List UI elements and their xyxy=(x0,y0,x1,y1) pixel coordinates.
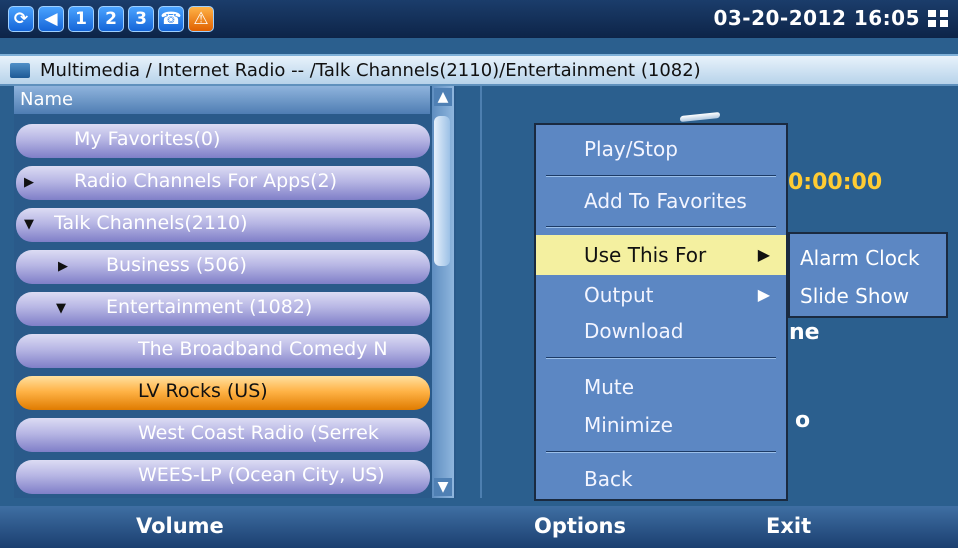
player-text-fragment: ne xyxy=(789,320,820,345)
scroll-up-icon[interactable]: ▲ xyxy=(434,88,452,106)
menu-item-label: Minimize xyxy=(584,413,673,437)
list-item[interactable]: ▶ Business (506) xyxy=(16,250,430,284)
list-item-label: LV Rocks (US) xyxy=(138,380,268,402)
softkey-volume[interactable]: Volume xyxy=(136,514,224,538)
submenu-item-label: Alarm Clock xyxy=(800,246,920,270)
list-item[interactable]: ▼ Talk Channels(2110) xyxy=(16,208,430,242)
menu-item-play-stop[interactable]: Play/Stop xyxy=(536,129,786,169)
menu-item-add-to-favorites[interactable]: Add To Favorites xyxy=(536,181,786,221)
list-item-selected[interactable]: LV Rocks (US) xyxy=(16,376,430,410)
list-item[interactable]: My Favorites(0) xyxy=(16,124,430,158)
line3-icon: 3 xyxy=(128,6,154,32)
line1-icon: 1 xyxy=(68,6,94,32)
menu-separator xyxy=(546,175,776,177)
list-header-name[interactable]: Name xyxy=(14,86,430,114)
menu-item-output[interactable]: Output ▶ xyxy=(536,275,786,315)
submenu-item-alarm-clock[interactable]: Alarm Clock xyxy=(790,238,946,278)
expand-icon[interactable]: ▶ xyxy=(58,259,68,274)
menu-separator xyxy=(546,226,776,228)
menu-item-mute[interactable]: Mute xyxy=(536,367,786,407)
player-text-fragment: o xyxy=(795,408,811,433)
list-item-label: Talk Channels(2110) xyxy=(54,212,248,234)
volume-icon: ◀ xyxy=(38,6,64,32)
status-bar: ⟳ ◀ 1 2 3 ☎ ⚠ 03-20-2012 16:05 xyxy=(0,0,958,38)
menu-separator xyxy=(546,451,776,453)
folder-icon xyxy=(10,63,30,78)
submenu-item-label: Slide Show xyxy=(800,284,910,308)
menu-item-label: Download xyxy=(584,319,684,343)
network-status-icon xyxy=(928,10,950,28)
collapse-icon[interactable]: ▼ xyxy=(56,301,66,316)
breadcrumb: Multimedia / Internet Radio -- /Talk Cha… xyxy=(0,54,958,86)
list-item-label: Radio Channels For Apps(2) xyxy=(74,170,338,192)
softkey-options[interactable]: Options xyxy=(534,514,626,538)
date-time: 03-20-2012 16:05 xyxy=(713,6,920,30)
menu-item-label: Mute xyxy=(584,375,635,399)
menu-item-label: Add To Favorites xyxy=(584,189,747,213)
list-item[interactable]: West Coast Radio (Serrek xyxy=(16,418,430,452)
menu-item-label: Output xyxy=(584,283,654,307)
menu-item-minimize[interactable]: Minimize xyxy=(536,405,786,445)
collapse-icon[interactable]: ▼ xyxy=(24,217,34,232)
menu-item-label: Back xyxy=(584,467,633,491)
expand-icon[interactable]: ▶ xyxy=(24,175,34,190)
softkey-bar: Volume Options Exit xyxy=(0,506,958,548)
list-item[interactable]: The Broadband Comedy N xyxy=(16,334,430,368)
list-item[interactable]: ▼ Entertainment (1082) xyxy=(16,292,430,326)
line2-icon: 2 xyxy=(98,6,124,32)
headset-icon: ☎ xyxy=(158,6,184,32)
alert-icon: ⚠ xyxy=(188,6,214,32)
menu-item-back[interactable]: Back xyxy=(536,459,786,499)
list-item-label: Entertainment (1082) xyxy=(106,296,313,318)
breadcrumb-path: Multimedia / Internet Radio -- /Talk Cha… xyxy=(40,60,701,81)
list-item[interactable]: WEES-LP (Ocean City, US) xyxy=(16,460,430,494)
list-item[interactable]: ▶ Radio Channels For Apps(2) xyxy=(16,166,430,200)
use-this-for-submenu: Alarm Clock Slide Show xyxy=(788,232,948,318)
scroll-down-icon[interactable]: ▼ xyxy=(434,478,452,496)
menu-separator xyxy=(546,357,776,359)
submenu-arrow-icon: ▶ xyxy=(757,245,770,264)
menu-item-use-this-for[interactable]: Use This For ▶ xyxy=(536,235,786,275)
submenu-arrow-icon: ▶ xyxy=(757,285,770,304)
list-item-label: West Coast Radio (Serrek xyxy=(138,422,379,444)
list-item-label: WEES-LP (Ocean City, US) xyxy=(138,464,385,486)
softkey-exit[interactable]: Exit xyxy=(766,514,811,538)
list-item-label: The Broadband Comedy N xyxy=(138,338,388,360)
scroll-thumb[interactable] xyxy=(434,116,450,266)
list-item-label: My Favorites(0) xyxy=(74,128,221,150)
playback-time: 0:00:00 xyxy=(788,170,883,195)
system-icon: ⟳ xyxy=(8,6,34,32)
menu-item-download[interactable]: Download xyxy=(536,311,786,351)
channel-list: Name My Favorites(0) ▶ Radio Channels Fo… xyxy=(14,86,456,498)
submenu-item-slide-show[interactable]: Slide Show xyxy=(790,276,946,316)
menu-item-label: Play/Stop xyxy=(584,137,678,161)
list-item-label: Business (506) xyxy=(106,254,247,276)
menu-item-label: Use This For xyxy=(584,243,707,267)
options-menu: Play/Stop Add To Favorites Use This For … xyxy=(534,123,788,501)
